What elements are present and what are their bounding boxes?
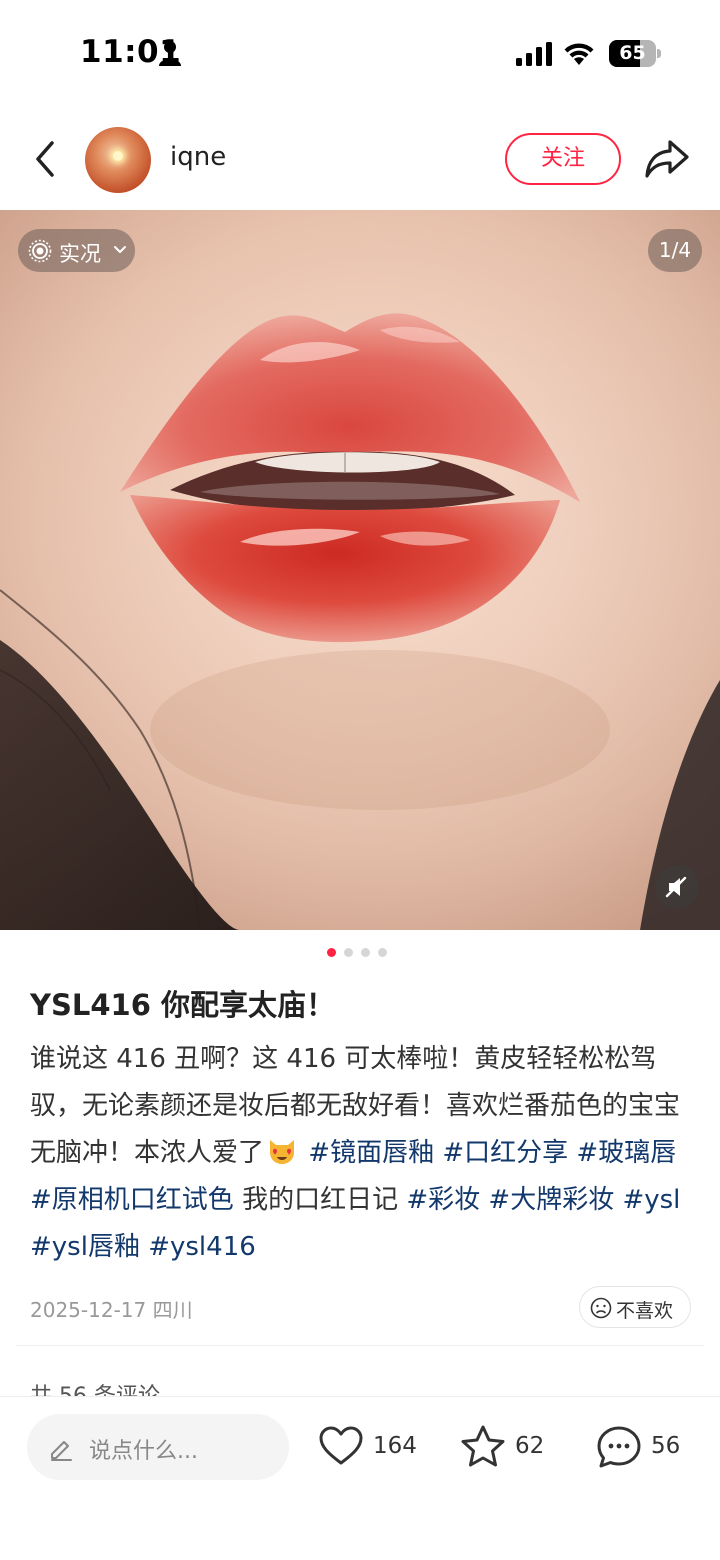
heart-icon	[319, 1426, 363, 1465]
lips-photo	[0, 210, 720, 930]
divider	[16, 1345, 704, 1346]
bottom-action-bar: 说点什么... 164 62 56	[0, 1396, 720, 1560]
cellular-signal-icon	[516, 42, 552, 66]
comment-input-placeholder: 说点什么...	[89, 1439, 198, 1464]
share-icon[interactable]	[644, 138, 690, 180]
heart-eyes-cat-icon	[270, 1140, 295, 1164]
hashtag-link[interactable]: #ysl唇釉	[30, 1232, 140, 1262]
pencil-icon	[51, 1441, 72, 1461]
carousel-dots	[327, 948, 391, 958]
mute-button[interactable]	[655, 865, 699, 909]
collect-button[interactable]: 62	[459, 1423, 559, 1473]
person-icon	[159, 41, 181, 66]
comment-bubble-icon	[597, 1426, 641, 1468]
carousel-dot	[378, 948, 387, 957]
comment-input[interactable]: 说点什么...	[27, 1414, 289, 1480]
comment-button[interactable]: 56	[595, 1423, 695, 1473]
post-date-location: 2025-12-17 四川	[30, 1298, 193, 1322]
hashtag-link[interactable]: #镜面唇釉	[308, 1138, 434, 1168]
post-body-text: 我的口红日记	[242, 1185, 399, 1215]
carousel-dot	[361, 948, 370, 957]
follow-button[interactable]: 关注	[505, 133, 621, 185]
post-image[interactable]: 实况 1/4	[0, 210, 720, 930]
comment-count-heading: 共 56 条评论	[30, 1378, 160, 1396]
hashtag-link[interactable]: #原相机口红试色	[30, 1185, 234, 1215]
live-photo-icon	[28, 239, 52, 263]
hashtag-link[interactable]: #彩妆	[406, 1185, 480, 1215]
star-icon	[461, 1425, 505, 1467]
wifi-icon	[564, 43, 594, 65]
hashtag-link[interactable]: #口红分享	[442, 1138, 568, 1168]
dislike-button[interactable]: 不喜欢	[579, 1286, 691, 1328]
username[interactable]: iqne	[170, 142, 226, 172]
live-photo-label: 实况	[59, 242, 101, 266]
battery-indicator: 65	[609, 40, 661, 67]
avatar[interactable]	[85, 127, 151, 193]
comment-count: 56	[651, 1433, 681, 1459]
battery-level: 65	[619, 42, 646, 64]
like-button[interactable]: 164	[317, 1423, 427, 1473]
speaker-muted-icon	[665, 876, 687, 898]
image-page-counter: 1/4	[648, 229, 702, 272]
live-photo-badge[interactable]: 实况	[18, 229, 135, 272]
hashtag-link[interactable]: #大牌彩妆	[488, 1185, 614, 1215]
collect-count: 62	[515, 1433, 545, 1459]
like-count: 164	[373, 1433, 417, 1459]
hashtag-link[interactable]: #玻璃唇	[576, 1138, 676, 1168]
back-button[interactable]	[28, 136, 62, 182]
top-nav: iqne 关注	[0, 110, 720, 210]
hashtag-link[interactable]: #ysl416	[148, 1232, 256, 1262]
hashtag-link[interactable]: #ysl	[622, 1185, 680, 1215]
carousel-dot	[327, 948, 336, 957]
frown-face-icon	[590, 1297, 612, 1319]
post-body: 谁说这 416 丑啊？这 416 可太棒啦！黄皮轻轻松松驾驭，无论素颜还是妆后都…	[30, 1036, 690, 1271]
status-bar: 11:01 65	[0, 0, 720, 105]
dislike-label: 不喜欢	[616, 1300, 674, 1322]
carousel-dot	[344, 948, 353, 957]
chevron-down-icon	[114, 246, 126, 253]
post-title: YSL416 你配享太庙！	[30, 988, 335, 1022]
